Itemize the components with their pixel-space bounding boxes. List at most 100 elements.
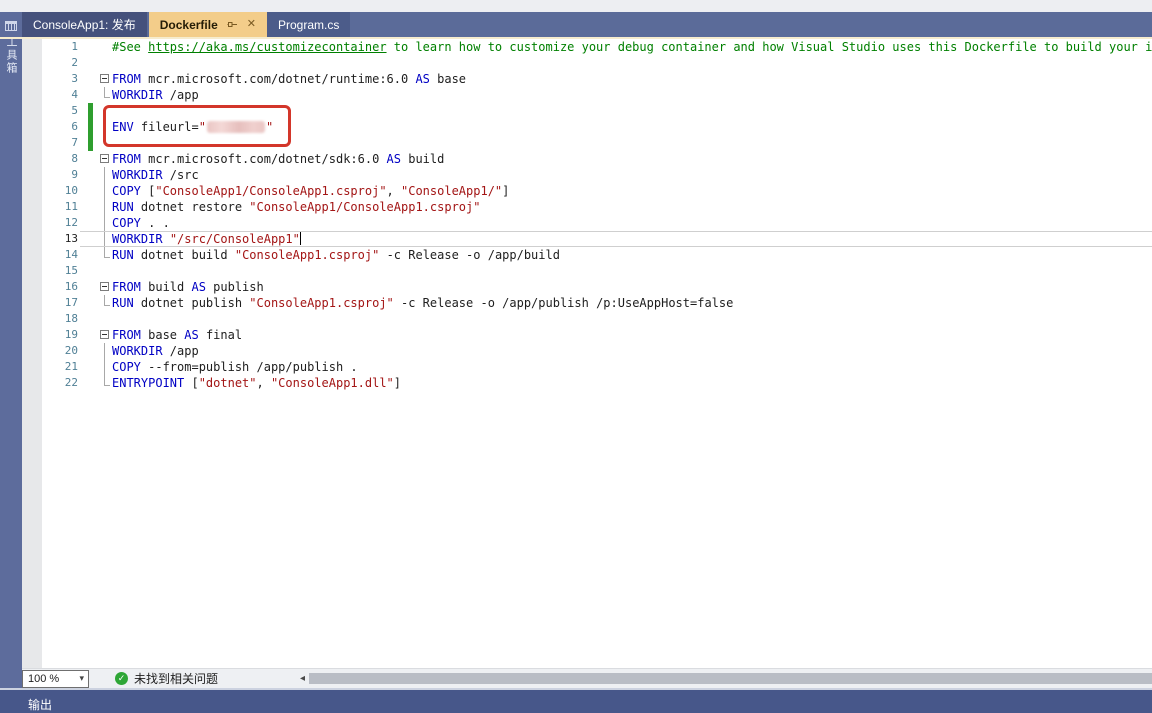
selection-margin <box>86 167 98 183</box>
document-health-indicator[interactable]: ✓ 未找到相关问题 <box>115 670 218 687</box>
toolbox-collapsed-tab[interactable]: 工具箱 <box>0 12 22 688</box>
code-text: WORKDIR /app <box>112 87 1152 103</box>
code-line-14[interactable]: 14 RUN dotnet build "ConsoleApp1.csproj" … <box>22 247 1152 263</box>
collapse-region-icon[interactable] <box>100 330 109 339</box>
code-line-3[interactable]: 3 FROM mcr.microsoft.com/dotnet/runtime:6… <box>22 71 1152 87</box>
selection-margin <box>86 327 98 343</box>
outlining-margin[interactable] <box>98 279 112 295</box>
outlining-margin <box>98 215 112 231</box>
line-number[interactable]: 6 <box>22 119 86 135</box>
code-line-2[interactable]: 2 <box>22 55 1152 71</box>
code-line-5[interactable]: 5 <box>22 103 1152 119</box>
close-icon[interactable]: ✕ <box>247 19 256 30</box>
collapse-region-icon[interactable] <box>100 282 109 291</box>
selection-margin <box>86 199 98 215</box>
code-line-4[interactable]: 4 WORKDIR /app <box>22 87 1152 103</box>
outlining-margin[interactable] <box>98 327 112 343</box>
code-line-11[interactable]: 11RUN dotnet restore "ConsoleApp1/Consol… <box>22 199 1152 215</box>
code-line-19[interactable]: 19 FROM base AS final <box>22 327 1152 343</box>
line-number[interactable]: 1 <box>22 39 86 55</box>
line-number[interactable]: 14 <box>22 247 86 263</box>
line-number[interactable]: 3 <box>22 71 86 87</box>
code-line-20[interactable]: 20WORKDIR /app <box>22 343 1152 359</box>
code-line-17[interactable]: 17RUN dotnet publish "ConsoleApp1.csproj… <box>22 295 1152 311</box>
tab-consoleapp1[interactable]: ConsoleApp1: 发布 <box>22 12 147 37</box>
tab-label: Dockerfile <box>160 18 218 32</box>
line-number[interactable]: 13 <box>22 231 86 247</box>
change-tracking-bar <box>86 103 98 119</box>
code-line-21[interactable]: 21COPY --from=publish /app/publish . <box>22 359 1152 375</box>
line-number[interactable]: 22 <box>22 375 86 391</box>
outlining-margin <box>98 231 112 247</box>
code-text: FROM mcr.microsoft.com/dotnet/sdk:6.0 AS… <box>112 151 1152 167</box>
scroll-left-icon[interactable]: ◂ <box>296 673 309 684</box>
tab-program-cs[interactable]: Program.cs <box>267 12 350 37</box>
line-number[interactable]: 8 <box>22 151 86 167</box>
output-panel-title[interactable]: 输出 <box>28 696 52 713</box>
code-line-16[interactable]: 16FROM build AS publish <box>22 279 1152 295</box>
line-number[interactable]: 7 <box>22 135 86 151</box>
outlining-margin[interactable] <box>98 151 112 167</box>
line-number[interactable]: 2 <box>22 55 86 71</box>
outlining-margin <box>98 55 112 71</box>
code-line-8[interactable]: 8 FROM mcr.microsoft.com/dotnet/sdk:6.0 A… <box>22 151 1152 167</box>
outlining-margin[interactable] <box>98 71 112 87</box>
zoom-level-select[interactable]: 100 % ▾ <box>22 670 89 688</box>
selection-margin <box>86 311 98 327</box>
line-number[interactable]: 16 <box>22 279 86 295</box>
pin-icon[interactable] <box>227 19 238 30</box>
scrollbar-thumb[interactable] <box>309 673 1152 684</box>
code-line-7[interactable]: 7 <box>22 135 1152 151</box>
outlining-margin <box>98 167 112 183</box>
selection-margin <box>86 231 98 247</box>
line-number[interactable]: 10 <box>22 183 86 199</box>
redacted-blur <box>207 121 265 133</box>
window-top-strip <box>0 0 1152 12</box>
code-line-1[interactable]: 1#See https://aka.ms/customizecontainer … <box>22 39 1152 55</box>
selection-margin <box>86 71 98 87</box>
code-text: ENTRYPOINT ["dotnet", "ConsoleApp1.dll"] <box>112 375 1152 391</box>
line-number[interactable]: 18 <box>22 311 86 327</box>
text-cursor <box>300 232 301 245</box>
output-panel: 输出 <box>0 688 1152 713</box>
horizontal-scrollbar[interactable]: ◂ <box>296 669 1152 688</box>
line-number[interactable]: 21 <box>22 359 86 375</box>
code-line-10[interactable]: 10 COPY ["ConsoleApp1/ConsoleApp1.csproj"… <box>22 183 1152 199</box>
code-line-6[interactable]: 6ENV fileurl="" <box>22 119 1152 135</box>
outlining-margin <box>98 39 112 55</box>
document-tab-bar: ConsoleApp1: 发布 Dockerfile ✕ Program.cs <box>22 12 1152 37</box>
code-line-15[interactable]: 15 <box>22 263 1152 279</box>
line-number[interactable]: 5 <box>22 103 86 119</box>
outlining-margin <box>98 199 112 215</box>
code-lines: 1#See https://aka.ms/customizecontainer … <box>22 39 1152 391</box>
code-line-12[interactable]: 12COPY . . <box>22 215 1152 231</box>
selection-margin <box>86 247 98 263</box>
chevron-down-icon: ▾ <box>75 673 88 684</box>
editor-status-row: 100 % ▾ ✓ 未找到相关问题 ◂ <box>22 668 1152 688</box>
line-number[interactable]: 17 <box>22 295 86 311</box>
collapse-region-icon[interactable] <box>100 74 109 83</box>
line-number[interactable]: 9 <box>22 167 86 183</box>
code-text: FROM mcr.microsoft.com/dotnet/runtime:6.… <box>112 71 1152 87</box>
line-number[interactable]: 20 <box>22 343 86 359</box>
code-text: COPY ["ConsoleApp1/ConsoleApp1.csproj", … <box>112 183 1152 199</box>
code-line-22[interactable]: 22 ENTRYPOINT ["dotnet", "ConsoleApp1.dll… <box>22 375 1152 391</box>
line-number[interactable]: 12 <box>22 215 86 231</box>
line-number[interactable]: 19 <box>22 327 86 343</box>
collapse-region-icon[interactable] <box>100 154 109 163</box>
change-tracking-bar <box>86 135 98 151</box>
code-line-13[interactable]: 13WORKDIR "/src/ConsoleApp1" <box>22 231 1152 247</box>
selection-margin <box>86 151 98 167</box>
health-message: 未找到相关问题 <box>134 670 218 687</box>
code-line-18[interactable]: 18 <box>22 311 1152 327</box>
tab-dockerfile[interactable]: Dockerfile ✕ <box>149 12 267 37</box>
outlining-margin <box>98 359 112 375</box>
code-line-9[interactable]: 9WORKDIR /src <box>22 167 1152 183</box>
outlining-margin <box>98 343 112 359</box>
code-text: RUN dotnet build "ConsoleApp1.csproj" -c… <box>112 247 1152 263</box>
code-editor[interactable]: 1#See https://aka.ms/customizecontainer … <box>22 39 1152 668</box>
line-number[interactable]: 4 <box>22 87 86 103</box>
code-text: FROM base AS final <box>112 327 1152 343</box>
line-number[interactable]: 15 <box>22 263 86 279</box>
line-number[interactable]: 11 <box>22 199 86 215</box>
